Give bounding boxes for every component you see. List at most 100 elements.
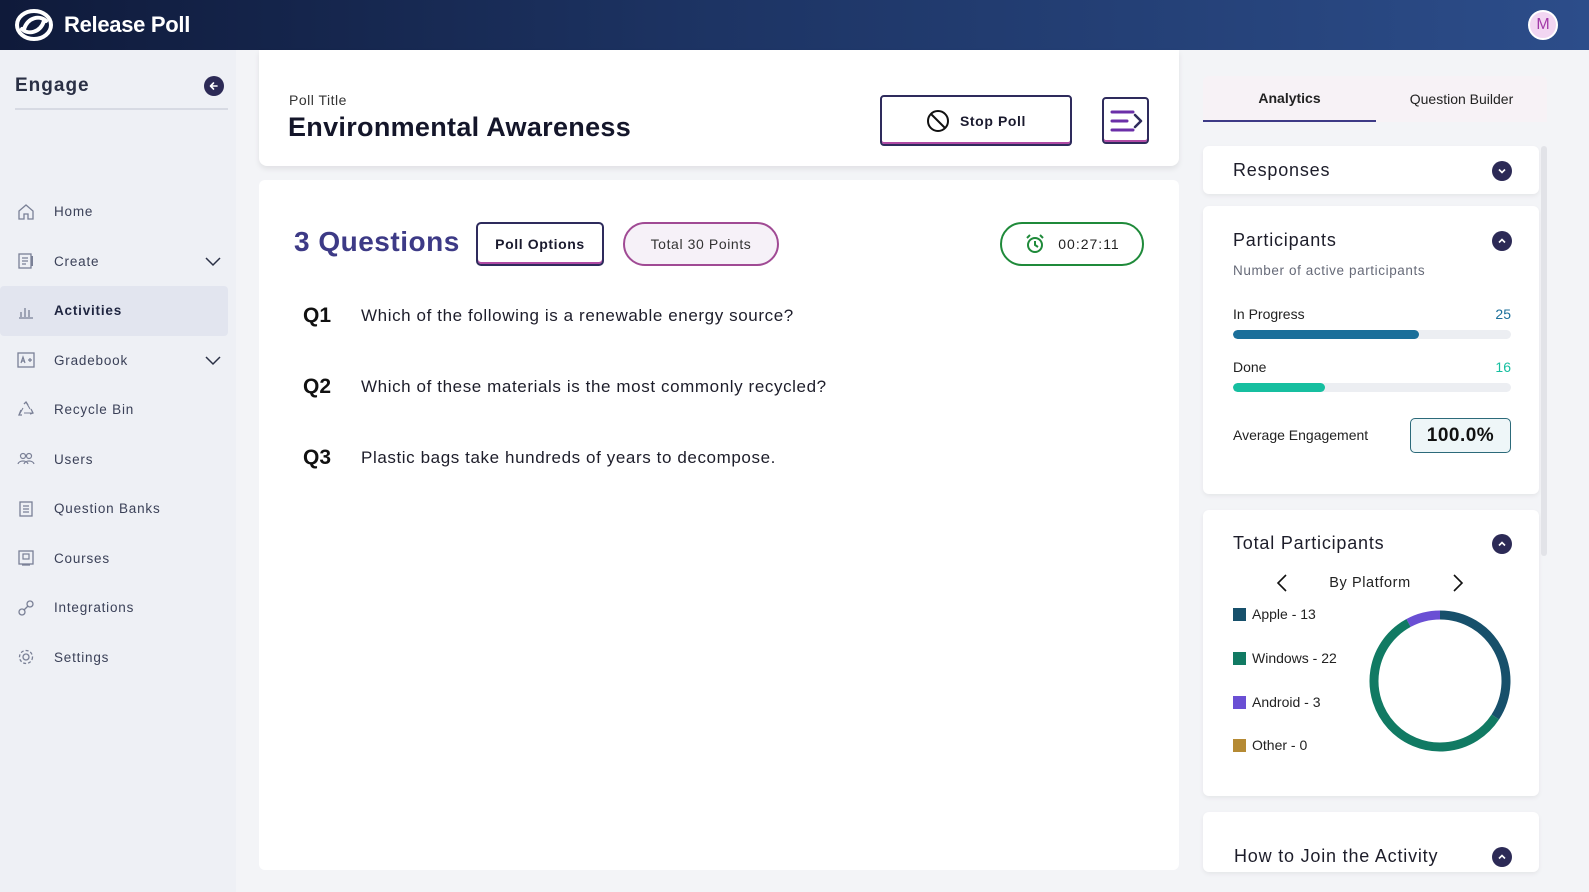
done-value: 16: [1495, 359, 1511, 375]
question-row[interactable]: Q3 Plastic bags take hundreds of years t…: [303, 446, 776, 470]
legend-swatch: [1233, 607, 1246, 621]
poll-title: Environmental Awareness: [288, 112, 632, 142]
legend-label: Apple - 13: [1252, 606, 1316, 622]
donut-slice-1: [1369, 619, 1500, 752]
poll-header: Poll Title Environmental Awareness Stop …: [259, 50, 1179, 166]
average-engagement-value: 100.0%: [1410, 418, 1511, 453]
sidebar-item-label: Question Banks: [54, 501, 161, 517]
stop-poll-label: Stop Poll: [959, 112, 1027, 129]
chevron-right-icon[interactable]: [1451, 573, 1465, 593]
sidebar-item-gradebook[interactable]: Gradebook: [0, 336, 236, 386]
sidebar-item-label: Recycle Bin: [54, 402, 135, 418]
chevron-down-icon[interactable]: [204, 252, 222, 270]
gradebook-icon: [17, 352, 35, 368]
done-label: Done: [1233, 359, 1267, 375]
question-row[interactable]: Q1 Which of the following is a renewable…: [303, 304, 794, 328]
chevron-left-icon[interactable]: [1275, 573, 1289, 593]
panel-scrollbar[interactable]: [1541, 146, 1547, 556]
legend-swatch: [1233, 738, 1246, 752]
users-icon: [17, 453, 35, 465]
panel-tabs: Analytics Question Builder: [1203, 76, 1547, 122]
question-number: Q1: [303, 304, 332, 327]
platform-selector: By Platform: [1275, 572, 1465, 594]
poll-title-label: Poll Title: [289, 92, 347, 108]
sidebar-item-recycle-bin[interactable]: Recycle Bin: [0, 385, 236, 435]
in-progress-label: In Progress: [1233, 306, 1305, 322]
responses-title: Responses: [1233, 160, 1331, 180]
join-activity-card[interactable]: How to Join the Activity: [1203, 812, 1539, 872]
app-name: Release Poll: [64, 12, 191, 37]
in-progress-bar: [1233, 330, 1511, 339]
sidebar-item-label: Activities: [54, 303, 123, 319]
sidebar-item-label: Courses: [54, 550, 110, 566]
top-bar: Release Poll M: [0, 0, 1589, 50]
release-poll-logo-icon: [15, 9, 53, 41]
responses-card[interactable]: Responses: [1203, 146, 1539, 194]
sidebar-nav: Home Create Activities Gradebook Recycle…: [0, 187, 236, 682]
sidebar-item-create[interactable]: Create: [0, 237, 236, 287]
question-row[interactable]: Q2 Which of these materials is the most …: [303, 375, 827, 399]
tab-analytics[interactable]: Analytics: [1203, 76, 1376, 122]
platform-group-label: By Platform: [1329, 575, 1411, 591]
collapse-total-participants-button[interactable]: [1492, 534, 1512, 554]
legend-item-windows: Windows - 22: [1233, 650, 1337, 666]
app-logo[interactable]: Release Poll: [14, 7, 190, 43]
home-icon: [18, 203, 34, 220]
in-progress-bar-fill: [1233, 330, 1420, 339]
question-bank-icon: [19, 501, 33, 517]
chevron-down-icon[interactable]: [204, 351, 222, 369]
expand-join-activity-button[interactable]: [1492, 847, 1512, 867]
total-participants-card: Total Participants By Platform Apple - 1…: [1203, 510, 1539, 796]
sidebar-item-activities[interactable]: Activities: [0, 286, 228, 336]
poll-options-button[interactable]: Poll Options: [476, 222, 604, 266]
participants-subtitle: Number of active participants: [1233, 263, 1426, 278]
average-engagement-label: Average Engagement: [1233, 427, 1369, 443]
legend-item-other: Other - 0: [1233, 737, 1307, 753]
stop-poll-button[interactable]: Stop Poll: [880, 95, 1072, 146]
donut-slice-2: [1406, 610, 1441, 627]
total-participants-title: Total Participants: [1233, 533, 1385, 553]
toggle-panel-button[interactable]: [1102, 97, 1149, 144]
collapse-sidebar-button[interactable]: [204, 76, 224, 96]
sidebar-header: Engage: [15, 70, 228, 110]
gear-icon: [18, 650, 34, 665]
legend-swatch: [1233, 695, 1246, 709]
done-bar: [1233, 383, 1511, 392]
expand-responses-button[interactable]: [1492, 161, 1512, 181]
recycle-icon: [18, 400, 34, 416]
participants-card: Participants Number of active participan…: [1203, 206, 1539, 494]
sidebar-item-users[interactable]: Users: [0, 435, 236, 485]
sidebar-item-label: Home: [54, 204, 94, 220]
user-avatar[interactable]: M: [1528, 10, 1558, 40]
sidebar-item-home[interactable]: Home: [0, 187, 236, 237]
question-text: Which of the following is a renewable en…: [361, 306, 794, 325]
question-text: Which of these materials is the most com…: [361, 377, 827, 396]
tab-question-builder[interactable]: Question Builder: [1376, 76, 1547, 122]
sidebar-item-courses[interactable]: Courses: [0, 534, 236, 584]
chevron-down-icon: [1498, 168, 1506, 174]
sidebar: Engage Home Create Activities Gradebook …: [0, 50, 236, 892]
question-number: Q2: [303, 375, 332, 398]
arrow-left-icon: [209, 82, 218, 90]
sidebar-item-integrations[interactable]: Integrations: [0, 583, 236, 633]
courses-icon: [18, 550, 34, 566]
sidebar-item-settings[interactable]: Settings: [0, 633, 236, 683]
in-progress-value: 25: [1495, 306, 1511, 322]
create-icon: [18, 253, 33, 269]
sidebar-title: Engage: [15, 75, 90, 96]
participants-title: Participants: [1233, 230, 1337, 250]
sidebar-item-question-banks[interactable]: Question Banks: [0, 484, 236, 534]
activities-icon: [19, 307, 33, 319]
alarm-clock-icon: [1026, 234, 1044, 253]
stop-icon: [926, 109, 949, 132]
legend-label: Android - 3: [1252, 694, 1321, 710]
legend-swatch: [1233, 651, 1246, 665]
legend-label: Windows - 22: [1252, 650, 1337, 666]
collapse-participants-button[interactable]: [1492, 231, 1512, 251]
done-bar-fill: [1233, 383, 1325, 392]
chevron-up-icon: [1498, 541, 1506, 547]
sidebar-item-label: Gradebook: [54, 352, 128, 368]
menu-arrow-icon: [1110, 110, 1142, 131]
questions-panel: 3 Questions Poll Options Total 30 Points…: [259, 180, 1179, 870]
poll-timer: 00:27:11: [1000, 222, 1144, 266]
